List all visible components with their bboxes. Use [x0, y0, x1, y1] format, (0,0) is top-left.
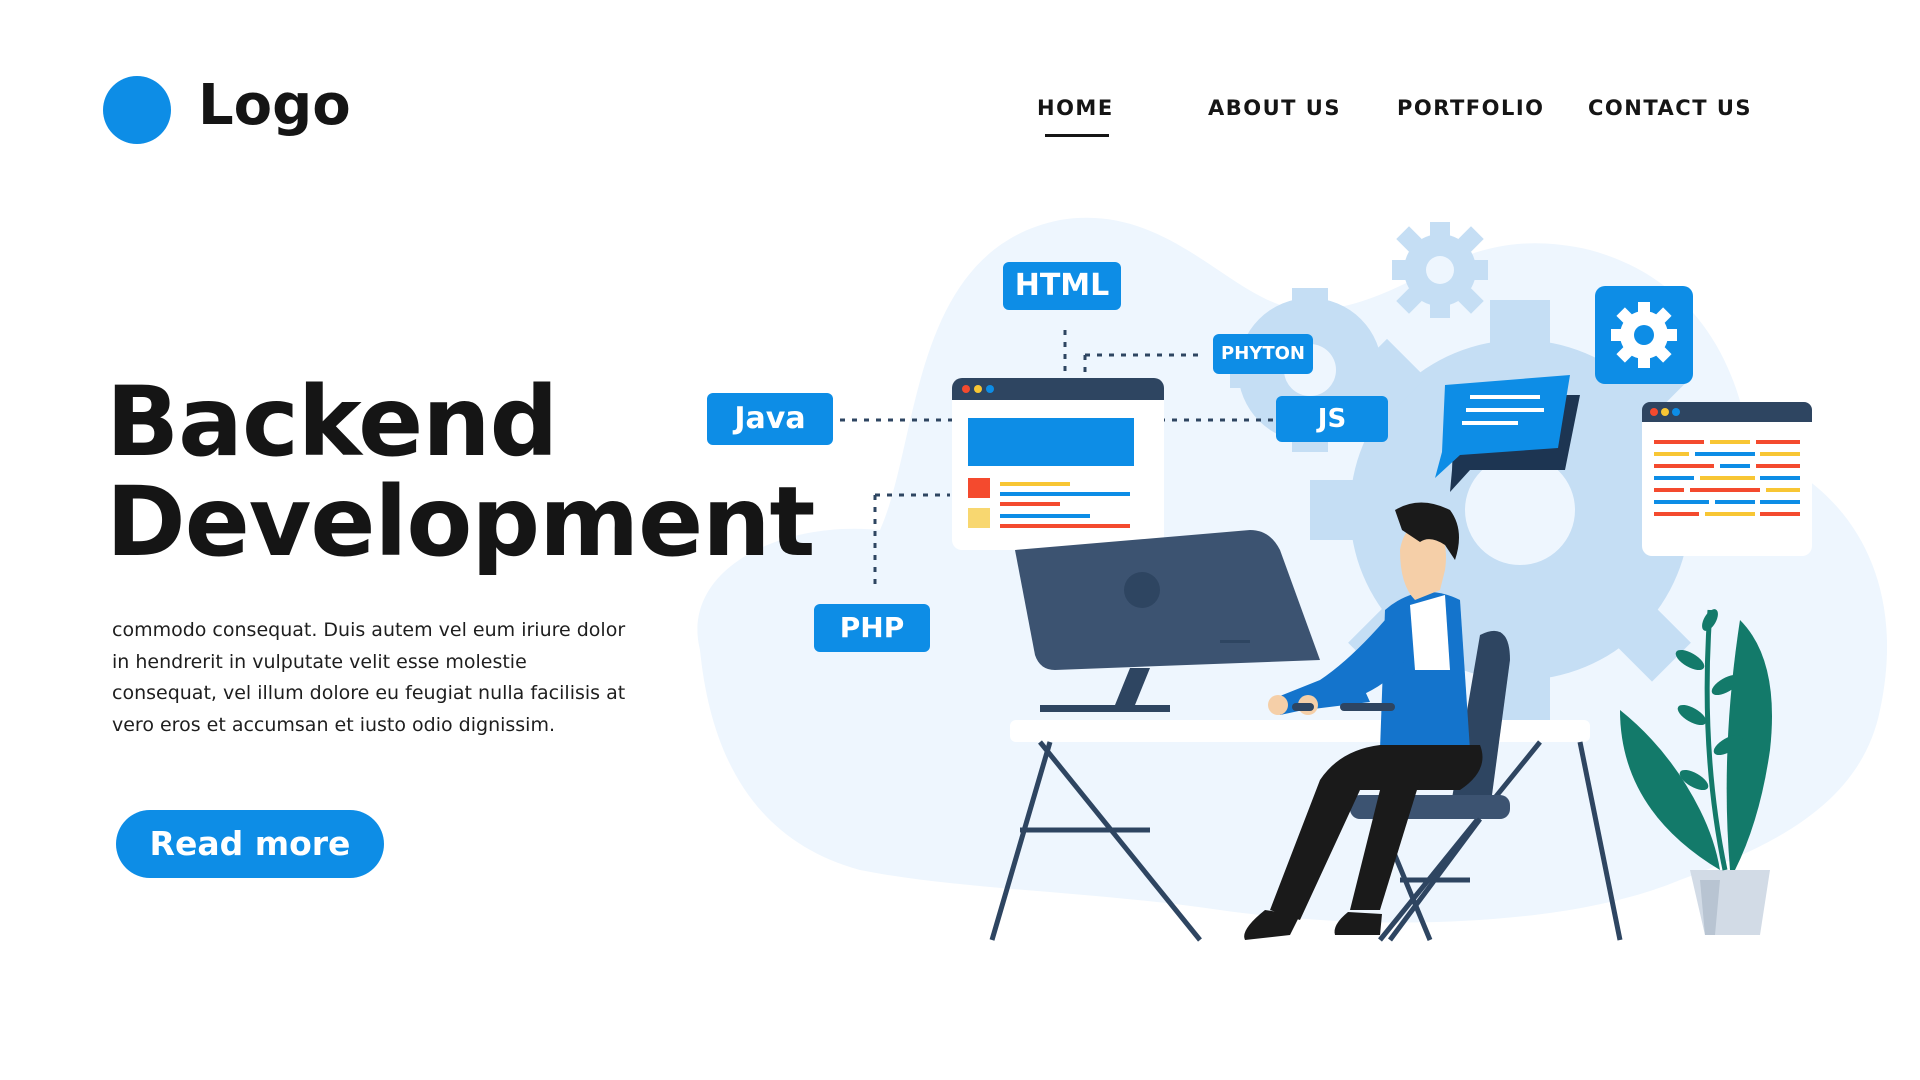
tag-php: PHP	[814, 604, 930, 652]
nav-home[interactable]: HOME	[1037, 96, 1114, 120]
nav-about-us[interactable]: ABOUT US	[1208, 96, 1341, 120]
browser-window-icon-center	[952, 378, 1164, 550]
gear-icon-small	[1392, 222, 1488, 318]
nav-contact-us[interactable]: CONTACT US	[1588, 96, 1752, 120]
nav-portfolio[interactable]: PORTFOLIO	[1397, 96, 1545, 120]
hero-title: Backend Development	[106, 366, 815, 578]
illustration-svg	[697, 217, 1888, 942]
tag-html: HTML	[1003, 262, 1121, 310]
tag-js: JS	[1276, 396, 1388, 442]
browser-window-icon-right	[1642, 402, 1812, 556]
nav-active-underline	[1045, 134, 1109, 137]
read-more-button[interactable]: Read more	[116, 810, 384, 878]
gear-badge-icon	[1595, 286, 1693, 384]
hero-title-line1: Backend	[106, 366, 558, 478]
site-header: Logo HOME ABOUT US PORTFOLIO CONTACT US	[0, 0, 1920, 200]
tag-phyton: PHYTON	[1213, 334, 1313, 374]
hero-illustration: HTML PHYTON Java JS PHP	[660, 190, 1900, 970]
main-nav: HOME ABOUT US PORTFOLIO CONTACT US	[0, 96, 1920, 137]
hero-title-line2: Development	[106, 466, 815, 578]
hero-body-text: commodo consequat. Duis autem vel eum ir…	[112, 619, 626, 736]
